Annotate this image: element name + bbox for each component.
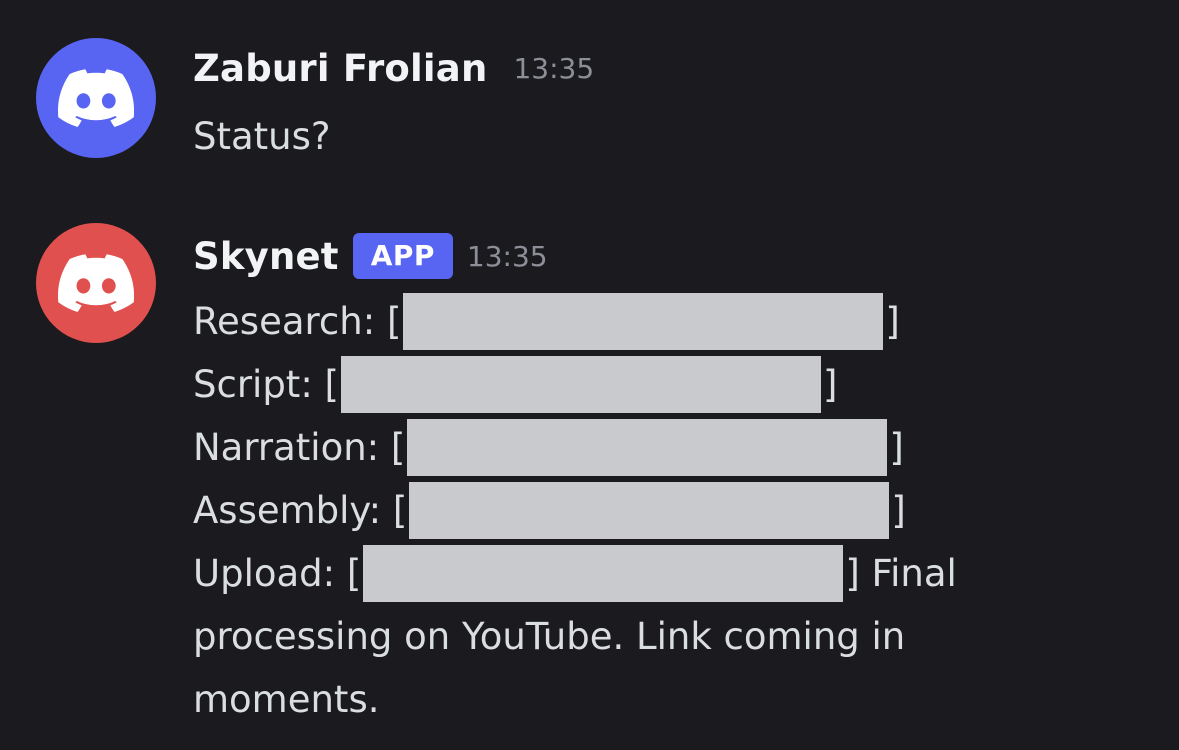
redacted-block [363,545,844,602]
redacted-block [407,419,888,476]
message-content: Status? [193,105,331,168]
chat-message-list: Zaburi Frolian 13:35 Status? Skynet APP … [0,0,1179,750]
app-badge: APP [352,233,453,279]
message-continuation: processing on YouTube. Link coming in mo… [193,605,905,731]
status-close: ] [891,489,906,532]
status-line-assembly: Assembly: [ ] [193,479,906,542]
message-timestamp[interactable]: 13:35 [467,240,548,273]
status-label: Research: [ [193,300,402,343]
redacted-block [340,356,821,413]
redacted-block [403,293,884,350]
message-header: Zaburi Frolian 13:35 [193,47,594,90]
status-label: Narration: [ [193,426,406,469]
continuation-line: moments. [193,678,380,721]
avatar[interactable] [36,223,156,343]
status-label: Upload: [ [193,552,362,595]
status-label: Assembly: [ [193,489,408,532]
status-line-script: Script: [ ] [193,353,837,416]
author-name[interactable]: Skynet [193,235,339,278]
discord-logo-icon [58,254,134,312]
status-line-narration: Narration: [ ] [193,416,904,479]
author-name[interactable]: Zaburi Frolian [193,47,487,90]
message-text: Status? [193,115,331,158]
message-header: Skynet APP 13:35 [193,233,548,279]
status-line-upload: Upload: [ ] Final [193,542,957,605]
status-close: ] [885,300,900,343]
status-close: ] Final [845,552,957,595]
message-timestamp[interactable]: 13:35 [513,52,594,85]
status-close: ] [889,426,904,469]
status-line-research: Research: [ ] [193,290,900,353]
discord-logo-icon [58,69,134,127]
redacted-block [409,482,890,539]
status-label: Script: [ [193,363,339,406]
status-close: ] [822,363,838,406]
continuation-line: processing on YouTube. Link coming in [193,615,906,658]
avatar[interactable] [36,38,156,158]
